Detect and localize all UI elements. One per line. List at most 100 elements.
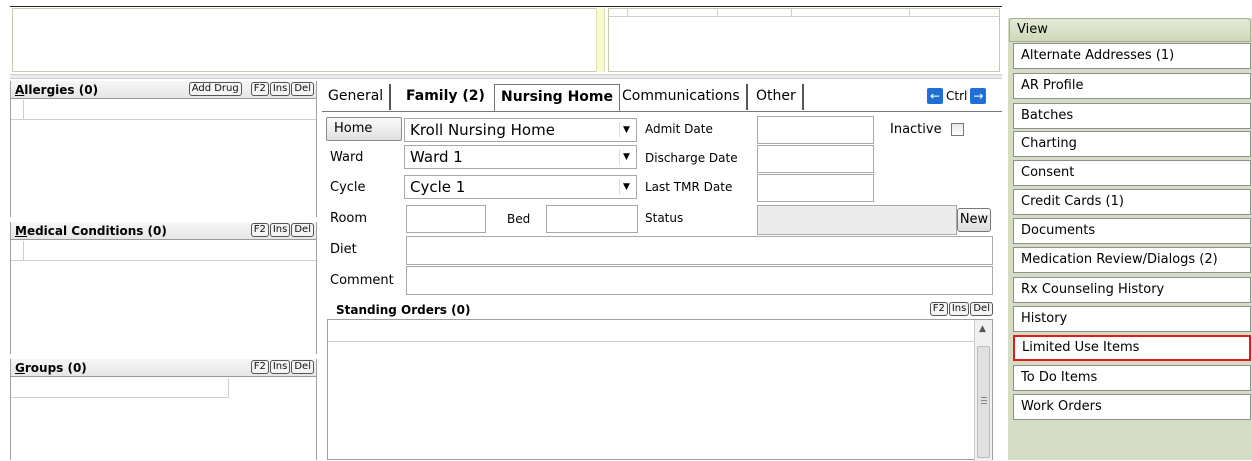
admit-date-input[interactable] (757, 116, 874, 144)
tab-general[interactable]: General (322, 84, 392, 110)
tab-nursing-home[interactable]: Nursing Home (494, 84, 620, 111)
view-item-batches[interactable]: Batches (1013, 103, 1251, 129)
chevron-down-icon[interactable]: ▼ (619, 122, 633, 138)
del-button[interactable]: Del (970, 302, 993, 316)
tab-strip: General Family (2) Nursing Home Communic… (322, 84, 1002, 111)
del-button[interactable]: Del (291, 82, 314, 96)
allergies-row[interactable] (11, 100, 316, 120)
discharge-date-label: Discharge Date (645, 151, 738, 165)
tab-other-label: Other (756, 88, 796, 104)
allergies-header: Allergies (0) Add Drug F2 Ins Del (11, 81, 316, 99)
inactive-label: Inactive (890, 122, 942, 137)
groups-row[interactable] (11, 378, 229, 398)
chevron-down-icon[interactable]: ▼ (619, 179, 633, 195)
home-button[interactable]: Home (326, 117, 402, 141)
groups-header: Groups (0) F2 Ins Del (11, 359, 316, 377)
cycle-select[interactable]: Cycle 1 ▼ (404, 175, 637, 199)
view-item-credit-cards[interactable]: Credit Cards (1) (1013, 189, 1251, 215)
view-panel-title: View (1009, 18, 1251, 42)
bed-label: Bed (507, 212, 531, 226)
allergies-title: Allergies (0) (15, 83, 99, 97)
arrow-left-icon[interactable]: ← (927, 88, 943, 104)
scroll-up-icon[interactable]: ▲ (979, 324, 986, 334)
home-value: Kroll Nursing Home (410, 121, 555, 139)
view-item-to-do-items[interactable]: To Do Items (1013, 365, 1251, 391)
medical-conditions-buttons: F2 Ins Del (250, 223, 314, 237)
status-label: Status (645, 211, 684, 225)
view-item-ar-profile[interactable]: AR Profile (1013, 73, 1251, 99)
ward-label: Ward (330, 150, 364, 165)
view-item-documents[interactable]: Documents (1013, 218, 1251, 244)
notes-panel[interactable] (12, 8, 603, 72)
ins-button[interactable]: Ins (948, 302, 970, 316)
admit-date-label: Admit Date (645, 122, 713, 136)
f2-button[interactable]: F2 (250, 82, 269, 96)
view-item-work-orders[interactable]: Work Orders (1013, 394, 1251, 420)
medical-conditions-row[interactable] (11, 241, 316, 261)
standing-orders-row[interactable] (328, 320, 974, 342)
ins-button[interactable]: Ins (269, 223, 291, 237)
allergies-title-rest: llergies (0) (24, 83, 99, 97)
groups-title-rest: roups (0) (24, 361, 87, 375)
last-tmr-date-input[interactable] (757, 174, 874, 202)
ward-select[interactable]: Ward 1 ▼ (404, 145, 637, 169)
medical-conditions-title-rest: edical Conditions (0) (26, 224, 167, 238)
ins-button[interactable]: Ins (269, 82, 291, 96)
tab-communications-label: Communications (622, 88, 740, 104)
add-drug-button[interactable]: Add Drug (188, 82, 242, 96)
top-border (10, 6, 1002, 7)
standing-orders-buttons: F2 Ins Del (929, 302, 993, 316)
scrollbar-thumb[interactable] (977, 346, 990, 458)
groups-panel: Groups (0) F2 Ins Del (10, 359, 317, 460)
f2-button[interactable]: F2 (250, 223, 269, 237)
new-status-button[interactable]: New (957, 208, 991, 232)
tab-underline (322, 111, 1002, 112)
medical-conditions-panel: Medical Conditions (0) F2 Ins Del (10, 222, 317, 354)
medical-conditions-header: Medical Conditions (0) F2 Ins Del (11, 222, 316, 240)
tab-family[interactable]: Family (2) (400, 84, 491, 110)
tab-navigation: ← Ctrl → (927, 88, 987, 104)
view-item-alternate-addresses[interactable]: Alternate Addresses (1) (1013, 43, 1251, 69)
ward-value: Ward 1 (410, 148, 463, 166)
view-item-history[interactable]: History (1013, 306, 1251, 332)
view-item-limited-use-items[interactable]: Limited Use Items (1013, 335, 1251, 361)
allergies-buttons: Add Drug F2 Ins Del (188, 82, 314, 96)
room-label: Room (330, 211, 368, 226)
top-grid-panel[interactable] (608, 8, 1000, 72)
chevron-down-icon[interactable]: ▼ (619, 149, 633, 165)
cycle-label: Cycle (330, 180, 366, 195)
tab-nursing-home-label: Nursing Home (501, 89, 613, 105)
room-input[interactable] (406, 205, 486, 233)
bed-input[interactable] (546, 205, 638, 233)
comment-label: Comment (330, 273, 394, 288)
del-button[interactable]: Del (291, 223, 314, 237)
tab-general-label: General (328, 88, 384, 104)
tab-communications[interactable]: Communications (616, 84, 748, 110)
comment-input[interactable] (406, 266, 993, 295)
inactive-checkbox[interactable] (951, 123, 964, 136)
view-item-medication-review[interactable]: Medication Review/Dialogs (2) (1013, 247, 1251, 273)
discharge-date-input[interactable] (757, 145, 874, 173)
groups-title: Groups (0) (15, 361, 87, 375)
cycle-value: Cycle 1 (410, 178, 466, 196)
home-select[interactable]: Kroll Nursing Home ▼ (404, 118, 637, 142)
view-item-consent[interactable]: Consent (1013, 160, 1251, 186)
del-button[interactable]: Del (291, 360, 314, 374)
ins-button[interactable]: Ins (269, 360, 291, 374)
splitter[interactable] (596, 8, 605, 72)
vertical-scrollbar[interactable]: ▲ (974, 320, 992, 461)
diet-input[interactable] (406, 236, 993, 265)
last-tmr-date-label: Last TMR Date (645, 180, 733, 194)
arrow-right-icon[interactable]: → (970, 88, 987, 104)
f2-button[interactable]: F2 (929, 302, 948, 316)
view-panel: View Alternate Addresses (1) AR Profile … (1008, 18, 1252, 460)
standing-orders-list[interactable]: ▲ (327, 319, 993, 461)
medical-conditions-title: Medical Conditions (0) (15, 224, 167, 238)
groups-buttons: F2 Ins Del (250, 360, 314, 374)
diet-label: Diet (330, 242, 357, 257)
f2-button[interactable]: F2 (250, 360, 269, 374)
top-grid-header (609, 9, 999, 17)
tab-other[interactable]: Other (750, 84, 804, 110)
view-item-charting[interactable]: Charting (1013, 131, 1251, 157)
view-item-rx-counseling-history[interactable]: Rx Counseling History (1013, 277, 1251, 303)
